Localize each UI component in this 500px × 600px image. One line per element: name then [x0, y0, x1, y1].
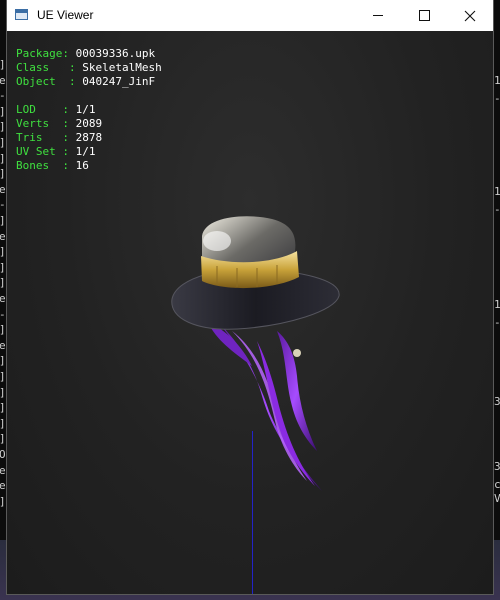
- info-tris: Tris : 2878: [16, 131, 103, 144]
- console-glyph: ]: [0, 136, 6, 149]
- console-glyph: e: [0, 338, 6, 352]
- console-glyph: e: [0, 182, 6, 196]
- title-bar[interactable]: UE Viewer: [7, 0, 493, 31]
- maximize-icon: [418, 10, 430, 21]
- info-package: Package: 00039336.upk: [16, 47, 156, 60]
- console-glyph: 1: [494, 185, 500, 198]
- app-icon: [15, 9, 28, 20]
- console-glyph: ]: [0, 432, 6, 445]
- console-glyph: ]: [0, 370, 6, 383]
- mesh-info-overlay: Package: 00039336.upk Class : SkeletalMe…: [16, 47, 162, 173]
- console-glyph: c: [494, 478, 500, 491]
- console-glyph: -: [0, 198, 6, 211]
- console-glyph: V: [494, 492, 500, 505]
- console-glyph: ]: [0, 152, 6, 165]
- background-console-left-edge: ]e-]]]]]e-]e]]]e-]e]]]]]]Oee]: [0, 30, 7, 600]
- console-glyph: e: [0, 479, 6, 493]
- ue-viewer-window[interactable]: UE Viewer Package: 00039336.upk Class : …: [7, 0, 493, 594]
- console-glyph: ]: [0, 105, 6, 118]
- console-glyph: 1: [494, 74, 500, 87]
- console-glyph: ]: [0, 401, 6, 414]
- minimize-button[interactable]: [355, 0, 401, 31]
- console-glyph: 3: [494, 460, 500, 473]
- info-bones: Bones : 16: [16, 159, 89, 172]
- console-glyph: ]: [0, 417, 6, 430]
- info-class: Class : SkeletalMesh: [16, 61, 162, 74]
- close-icon: [464, 10, 476, 21]
- console-glyph: ]: [0, 245, 6, 258]
- console-glyph: 1: [494, 298, 500, 311]
- console-glyph: ]: [0, 120, 6, 133]
- console-glyph: O: [0, 448, 6, 461]
- info-verts: Verts : 2089: [16, 117, 103, 130]
- console-glyph: ]: [0, 276, 6, 289]
- console-glyph: ]: [0, 167, 6, 180]
- info-uvset: UV Set : 1/1: [16, 145, 96, 158]
- console-glyph: -: [494, 203, 500, 216]
- close-button[interactable]: [447, 0, 493, 31]
- console-glyph: -: [494, 92, 500, 105]
- console-glyph: ]: [0, 214, 6, 227]
- console-glyph: -: [0, 308, 6, 321]
- console-glyph: -: [0, 89, 6, 102]
- console-glyph: ]: [0, 261, 6, 274]
- console-glyph: e: [0, 463, 6, 477]
- console-glyph: ]: [0, 58, 6, 71]
- console-glyph: ]: [0, 386, 6, 399]
- console-glyph: e: [0, 73, 6, 87]
- console-glyph: ]: [0, 495, 6, 508]
- window-title: UE Viewer: [37, 8, 94, 22]
- console-glyph: 3: [494, 395, 500, 408]
- info-lod: LOD : 1/1: [16, 103, 96, 116]
- console-glyph: e: [0, 292, 6, 305]
- background-console-right-edge: 1 - 1 - 1 - 3 3 cV: [493, 30, 500, 600]
- console-glyph: e: [0, 229, 6, 243]
- console-glyph: -: [494, 316, 500, 329]
- skeletal-mesh-model: [171, 216, 340, 491]
- maximize-button[interactable]: [401, 0, 447, 31]
- info-object: Object : 040247_JinF: [16, 75, 156, 88]
- console-glyph: ]: [0, 354, 6, 367]
- minimize-icon: [373, 15, 383, 16]
- 3d-viewport[interactable]: Package: 00039336.upk Class : SkeletalMe…: [7, 31, 493, 594]
- console-glyph: ]: [0, 323, 6, 336]
